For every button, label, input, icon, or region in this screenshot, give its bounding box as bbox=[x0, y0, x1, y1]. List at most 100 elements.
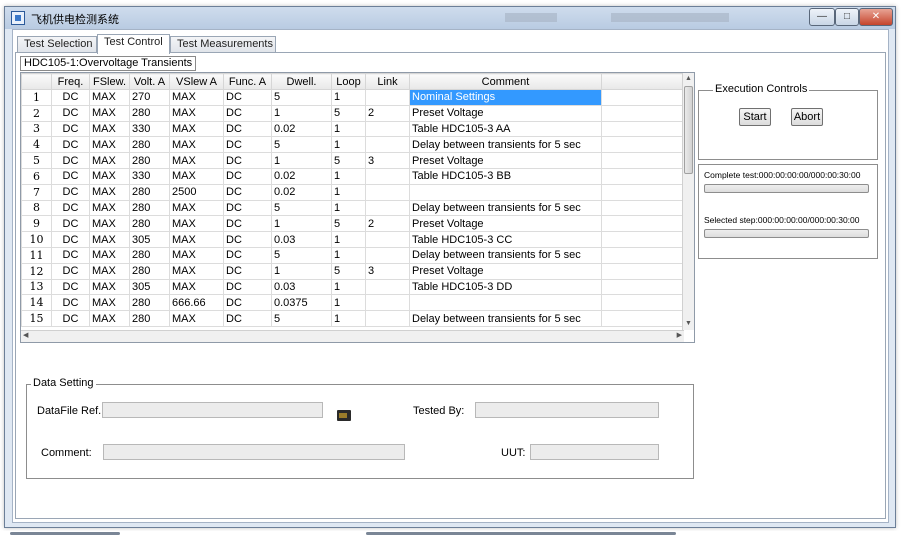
cell-func-a[interactable]: DC bbox=[223, 294, 272, 312]
cell-dwell[interactable]: 5 bbox=[271, 246, 332, 264]
cell-comment[interactable]: Nominal Settings bbox=[409, 89, 602, 106]
tab-test-measurements[interactable]: Test Measurements bbox=[170, 36, 276, 53]
table-row[interactable]: 3 DC MAX 330 MAX DC 0.02 1 Table HDC105-3 AA bbox=[21, 120, 684, 138]
cell-extra[interactable] bbox=[601, 246, 684, 264]
datafile-field[interactable] bbox=[102, 402, 323, 418]
cell-func-a[interactable]: DC bbox=[223, 199, 272, 217]
cell-link[interactable] bbox=[365, 183, 410, 201]
cell-fslew[interactable]: MAX bbox=[89, 136, 130, 154]
scroll-right-icon[interactable]: ▶ bbox=[677, 331, 682, 341]
cell-comment[interactable]: Delay between transients for 5 sec bbox=[409, 246, 602, 264]
column-header-fslew[interactable]: FSlew. bbox=[89, 73, 130, 90]
cell-row-number[interactable]: 2 bbox=[21, 104, 52, 122]
cell-func-a[interactable]: DC bbox=[223, 120, 272, 138]
cell-vslew-a[interactable]: MAX bbox=[169, 231, 224, 248]
tab-test-selection[interactable]: Test Selection bbox=[17, 36, 97, 53]
cell-comment[interactable]: Preset Voltage bbox=[409, 152, 602, 169]
table-row[interactable]: 13 DC MAX 305 MAX DC 0.03 1 Table HDC105-3 DD bbox=[21, 278, 684, 296]
cell-vslew-a[interactable]: 666.66 bbox=[169, 294, 224, 312]
cell-volt-a[interactable]: 280 bbox=[129, 246, 170, 264]
cell-fslew[interactable]: MAX bbox=[89, 215, 130, 233]
cell-row-number[interactable]: 7 bbox=[21, 183, 52, 201]
table-row[interactable]: 7 DC MAX 280 2500 DC 0.02 1 bbox=[21, 183, 684, 201]
cell-fslew[interactable]: MAX bbox=[89, 120, 130, 138]
cell-func-a[interactable]: DC bbox=[223, 246, 272, 264]
cell-loop[interactable]: 5 bbox=[331, 104, 366, 122]
cell-link[interactable] bbox=[365, 89, 410, 106]
start-button[interactable]: Start bbox=[739, 108, 771, 126]
test-step-table[interactable]: Freq. FSlew. Volt. A VSlew A Func. A Dwe… bbox=[20, 72, 695, 343]
cell-volt-a[interactable]: 280 bbox=[129, 183, 170, 201]
folder-icon[interactable] bbox=[337, 410, 351, 421]
cell-loop[interactable]: 5 bbox=[331, 262, 366, 280]
cell-loop[interactable]: 1 bbox=[331, 278, 366, 296]
cell-freq[interactable]: DC bbox=[51, 294, 90, 312]
cell-loop[interactable]: 1 bbox=[331, 120, 366, 138]
cell-loop[interactable]: 1 bbox=[331, 310, 366, 327]
column-header-volt-a[interactable]: Volt. A bbox=[129, 73, 170, 90]
scroll-down-icon[interactable]: ▼ bbox=[685, 319, 692, 329]
cell-row-number[interactable]: 13 bbox=[21, 278, 52, 296]
cell-comment[interactable]: Preset Voltage bbox=[409, 262, 602, 280]
cell-fslew[interactable]: MAX bbox=[89, 167, 130, 185]
cell-vslew-a[interactable]: MAX bbox=[169, 167, 224, 185]
cell-row-number[interactable]: 11 bbox=[21, 246, 52, 264]
cell-func-a[interactable]: DC bbox=[223, 89, 272, 106]
table-row[interactable]: 8 DC MAX 280 MAX DC 5 1 Delay between transients… bbox=[21, 199, 684, 217]
cell-fslew[interactable]: MAX bbox=[89, 246, 130, 264]
cell-fslew[interactable]: MAX bbox=[89, 152, 130, 169]
cell-link[interactable] bbox=[365, 120, 410, 138]
cell-func-a[interactable]: DC bbox=[223, 262, 272, 280]
cell-fslew[interactable]: MAX bbox=[89, 262, 130, 280]
cell-dwell[interactable]: 0.02 bbox=[271, 183, 332, 201]
cell-func-a[interactable]: DC bbox=[223, 183, 272, 201]
cell-link[interactable]: 3 bbox=[365, 262, 410, 280]
cell-dwell[interactable]: 0.02 bbox=[271, 120, 332, 138]
uut-field[interactable] bbox=[530, 444, 659, 460]
cell-volt-a[interactable]: 280 bbox=[129, 262, 170, 280]
cell-link[interactable] bbox=[365, 246, 410, 264]
cell-row-number[interactable]: 5 bbox=[21, 152, 52, 169]
cell-volt-a[interactable]: 280 bbox=[129, 199, 170, 217]
cell-fslew[interactable]: MAX bbox=[89, 310, 130, 327]
cell-row-number[interactable]: 10 bbox=[21, 231, 52, 248]
cell-row-number[interactable]: 15 bbox=[21, 310, 52, 327]
cell-dwell[interactable]: 1 bbox=[271, 262, 332, 280]
cell-extra[interactable] bbox=[601, 89, 684, 106]
cell-row-number[interactable]: 4 bbox=[21, 136, 52, 154]
cell-dwell[interactable]: 0.02 bbox=[271, 167, 332, 185]
table-horizontal-scrollbar[interactable]: ◀ ▶ bbox=[21, 330, 684, 342]
cell-volt-a[interactable]: 280 bbox=[129, 310, 170, 327]
cell-volt-a[interactable]: 280 bbox=[129, 215, 170, 233]
cell-extra[interactable] bbox=[601, 310, 684, 327]
cell-volt-a[interactable]: 280 bbox=[129, 152, 170, 169]
cell-loop[interactable]: 1 bbox=[331, 246, 366, 264]
cell-extra[interactable] bbox=[601, 152, 684, 169]
cell-extra[interactable] bbox=[601, 167, 684, 185]
cell-row-number[interactable]: 9 bbox=[21, 215, 52, 233]
cell-row-number[interactable]: 12 bbox=[21, 262, 52, 280]
table-row[interactable]: 14 DC MAX 280 666.66 DC 0.0375 1 bbox=[21, 294, 684, 312]
cell-dwell[interactable]: 1 bbox=[271, 104, 332, 122]
cell-fslew[interactable]: MAX bbox=[89, 183, 130, 201]
cell-link[interactable] bbox=[365, 231, 410, 248]
cell-func-a[interactable]: DC bbox=[223, 152, 272, 169]
cell-link[interactable] bbox=[365, 310, 410, 327]
cell-vslew-a[interactable]: MAX bbox=[169, 310, 224, 327]
tested-by-field[interactable] bbox=[475, 402, 659, 418]
cell-fslew[interactable]: MAX bbox=[89, 231, 130, 248]
table-row[interactable]: 10 DC MAX 305 MAX DC 0.03 1 Table HDC105-3 CC bbox=[21, 231, 684, 248]
cell-loop[interactable]: 1 bbox=[331, 231, 366, 248]
minimize-button[interactable]: — bbox=[809, 8, 835, 26]
cell-comment[interactable]: Preset Voltage bbox=[409, 104, 602, 122]
cell-comment[interactable]: Table HDC105-3 CC bbox=[409, 231, 602, 248]
cell-fslew[interactable]: MAX bbox=[89, 89, 130, 106]
cell-extra[interactable] bbox=[601, 215, 684, 233]
cell-dwell[interactable]: 5 bbox=[271, 89, 332, 106]
cell-row-number[interactable]: 8 bbox=[21, 199, 52, 217]
cell-extra[interactable] bbox=[601, 183, 684, 201]
cell-comment[interactable]: Delay between transients for 5 sec bbox=[409, 310, 602, 327]
cell-comment[interactable]: Table HDC105-3 AA bbox=[409, 120, 602, 138]
maximize-button[interactable]: □ bbox=[835, 8, 859, 26]
cell-fslew[interactable]: MAX bbox=[89, 294, 130, 312]
